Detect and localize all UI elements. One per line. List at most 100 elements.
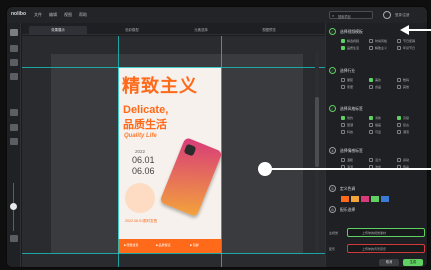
option-label: 家居: [347, 85, 354, 89]
checkbox[interactable]: [341, 158, 345, 162]
tab-effect[interactable]: 效果展示: [29, 26, 87, 35]
option-label: 其他: [403, 85, 410, 89]
option-label: 简约: [347, 116, 354, 120]
callout-arrow-line: [407, 29, 431, 31]
step-check-icon: ✓: [329, 105, 336, 112]
checkbox[interactable]: [397, 85, 401, 89]
tab-color-model[interactable]: 色彩模型: [103, 26, 161, 35]
section-title: 选择风格标签: [340, 107, 363, 111]
scrollbar-thumb[interactable]: [315, 97, 319, 167]
app-logo: nolibo: [11, 11, 26, 17]
section-title: 选择情感标签: [340, 149, 363, 153]
poster-decoration: [125, 183, 155, 213]
checkbox[interactable]: [397, 116, 401, 120]
option-label: 科技: [347, 130, 354, 134]
checkbox[interactable]: [397, 158, 401, 162]
checkbox[interactable]: [341, 78, 345, 82]
field-label: 主视觉: [329, 231, 339, 235]
step-number: 6: [329, 206, 336, 213]
step-number: 5: [329, 185, 336, 192]
checkbox[interactable]: [397, 78, 401, 82]
guide-line: [221, 36, 222, 267]
callout-line: [271, 168, 431, 170]
zoom-slider-knob[interactable]: [10, 203, 17, 210]
tab-preview[interactable]: 视图预览: [240, 26, 298, 35]
cancel-button[interactable]: 取消: [379, 259, 399, 266]
option-label: 活力: [375, 158, 382, 162]
checkbox[interactable]: [369, 123, 373, 127]
poster-footer-item: ■ 限量发售: [124, 243, 139, 247]
callout-dot-icon: [258, 162, 272, 176]
checkbox[interactable]: [341, 39, 345, 43]
option-label: 品质生活: [347, 46, 360, 50]
color-swatch[interactable]: [351, 196, 359, 202]
option-label: 插画: [375, 123, 382, 127]
checkbox[interactable]: [341, 130, 345, 134]
menu-help[interactable]: 帮助: [79, 12, 87, 18]
section-title: 配乐选择: [340, 208, 356, 212]
checkbox[interactable]: [369, 46, 373, 50]
login-link[interactable]: 登录/注册: [395, 12, 410, 17]
option-label: 数码: [403, 78, 410, 82]
option-label: 食品: [375, 85, 382, 89]
page-tool-icon[interactable]: [10, 73, 18, 80]
checkbox[interactable]: [341, 116, 345, 120]
checkbox[interactable]: [341, 46, 345, 50]
checkbox[interactable]: [369, 85, 373, 89]
crop-tool-icon[interactable]: [10, 109, 18, 116]
music-upload-field[interactable]: 上传你的背景音乐: [347, 244, 425, 253]
menu-file[interactable]: 文件: [34, 12, 42, 18]
checkbox[interactable]: [369, 130, 373, 134]
image-tool-icon[interactable]: [10, 45, 18, 52]
checkbox[interactable]: [397, 46, 401, 50]
guide-line: [118, 36, 119, 267]
guide-line: [22, 253, 325, 254]
generate-button[interactable]: 生成: [403, 259, 423, 266]
checkbox[interactable]: [369, 158, 373, 162]
checkbox[interactable]: [341, 85, 345, 89]
step-check-icon: ✓: [329, 67, 336, 74]
poster-year: 2022: [135, 149, 146, 154]
checkbox[interactable]: [397, 130, 401, 134]
zoom-icon[interactable]: [10, 235, 18, 242]
option-label: 可爱: [375, 130, 382, 134]
file-tool-icon[interactable]: [10, 59, 18, 66]
field-value: 上传你的视觉素材: [362, 231, 387, 235]
menu-edit[interactable]: 编辑: [49, 12, 57, 18]
color-swatch[interactable]: [381, 196, 389, 202]
hand-tool-icon[interactable]: [10, 124, 18, 131]
option-label: 节日促销: [403, 39, 416, 43]
option-label: 温暖: [347, 158, 354, 162]
option-label: 时尚风格: [375, 39, 388, 43]
poster-subtitle-en: Delicate,: [123, 104, 169, 116]
menu-view[interactable]: 视图: [64, 12, 72, 18]
search-input[interactable]: ⌕ 搜索项目: [329, 11, 373, 19]
color-swatch[interactable]: [341, 196, 349, 202]
color-swatch[interactable]: [371, 196, 379, 202]
option-label: 复古: [403, 123, 410, 127]
poster-tagline: Quality Life: [124, 133, 157, 139]
tab-elements[interactable]: 元素选择: [172, 26, 230, 35]
step-number: 4: [329, 147, 336, 154]
checkbox[interactable]: [397, 123, 401, 127]
checkbox[interactable]: [397, 39, 401, 43]
search-placeholder: 搜索项目: [338, 15, 351, 19]
visual-upload-field[interactable]: 上传你的视觉素材: [347, 228, 425, 237]
home-tool-icon[interactable]: [10, 29, 18, 36]
color-swatch[interactable]: [361, 196, 369, 202]
poster-footer-item: ■ 品质保证: [156, 243, 171, 247]
poster-footer-item: ■ 包邮: [190, 243, 199, 247]
checkbox[interactable]: [369, 78, 373, 82]
section-title: 选择视频模板: [340, 30, 363, 34]
poster-subtitle-cn: 品质生活: [123, 119, 167, 131]
option-label: 美妆: [375, 78, 382, 82]
checkbox[interactable]: [369, 39, 373, 43]
arrow-left-icon: [400, 25, 409, 35]
checkbox[interactable]: [341, 123, 345, 127]
poster-note: 2022.06.01限时发售: [125, 219, 158, 223]
brush-tool-icon[interactable]: [10, 138, 18, 145]
monitor-frame: nolibo 文件 编辑 视图 帮助 ⌕ 搜索项目 登录/注册 效果展示 色彩模…: [6, 6, 428, 268]
option-label: 精致主义: [375, 46, 388, 50]
checkbox[interactable]: [369, 116, 373, 120]
user-avatar-icon[interactable]: [383, 11, 391, 19]
